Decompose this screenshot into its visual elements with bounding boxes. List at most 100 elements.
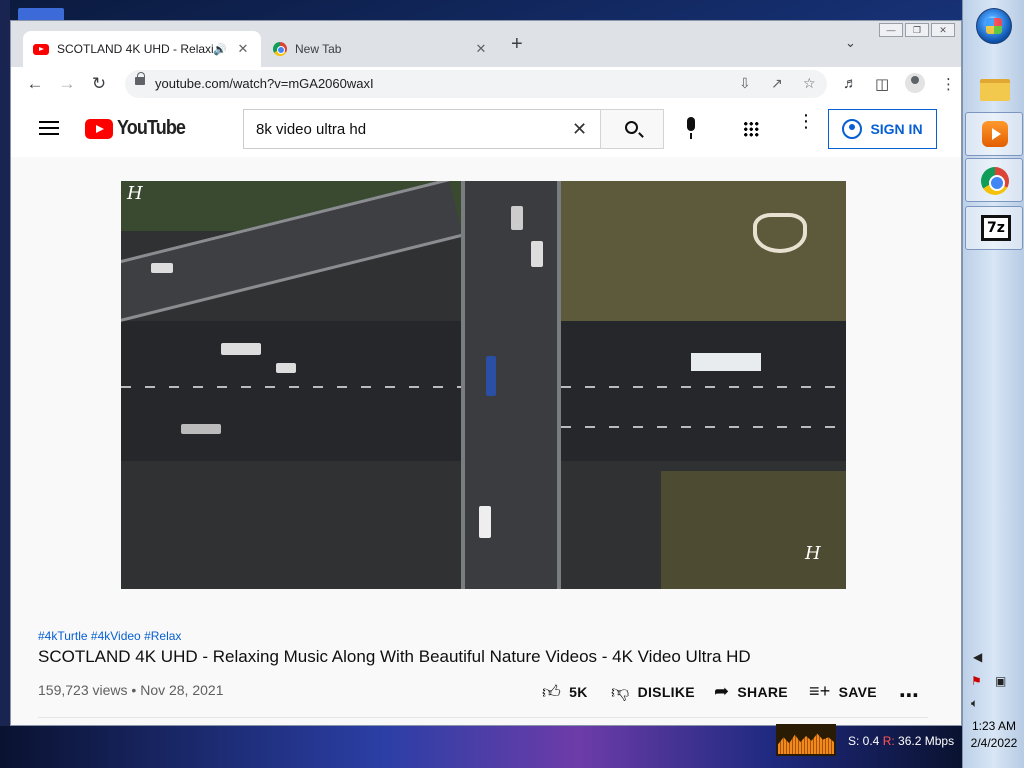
youtube-header: YouTube ✕ ⋮ SIGN IN [11, 101, 961, 157]
taskbar-chrome[interactable] [965, 158, 1023, 202]
watermark-logo: H [805, 543, 821, 564]
account-circle-icon [842, 119, 863, 139]
folder-icon [980, 79, 1010, 101]
minimize-icon[interactable]: — [879, 23, 903, 37]
video-scene-lane [121, 386, 461, 388]
youtube-logo[interactable]: YouTube [85, 117, 193, 140]
tab-title: New Tab [295, 42, 342, 56]
video-scene-lane [561, 386, 846, 388]
share-label: SHARE [737, 683, 788, 700]
media-control-icon[interactable]: ♬ [843, 75, 858, 92]
divider [38, 717, 928, 718]
address-bar[interactable]: youtube.com/watch?v=mGA2060waxI ⇩ ↗ ☆ [125, 70, 827, 98]
save-button[interactable]: ≡+ SAVE [809, 681, 877, 702]
network-graph [776, 724, 836, 756]
taskbar-explorer[interactable] [965, 66, 1023, 110]
clock-time: 1:23 AM [971, 719, 1017, 733]
watermark-logo: H [127, 183, 143, 204]
video-scene-car [276, 363, 296, 373]
browser-menu-icon[interactable]: ⋮ [941, 75, 956, 93]
youtube-play-logo-icon [85, 118, 113, 139]
clear-search-icon[interactable]: ✕ [572, 119, 587, 140]
search-icon [625, 121, 638, 134]
video-hashtags[interactable]: #4kTurtle #4kVideo #Relax [38, 629, 181, 643]
upload-date: Nov 28, 2021 [140, 682, 224, 698]
bookmark-star-icon[interactable]: ☆ [803, 75, 816, 92]
browser-toolbar: ← → ↻ youtube.com/watch?v=mGA2060waxI ⇩ … [11, 67, 961, 101]
forward-arrow-icon[interactable]: → [55, 72, 79, 96]
video-player[interactable]: H H [121, 181, 846, 589]
audio-playing-icon[interactable]: 🔊 [213, 43, 227, 56]
apps-grid-icon[interactable] [743, 121, 759, 137]
video-scene-car [531, 241, 543, 267]
share-button[interactable]: ➦ SHARE [714, 681, 788, 702]
taskbar-7zip[interactable]: 7z [965, 206, 1023, 250]
start-button-icon[interactable] [976, 8, 1012, 44]
video-scene-car [511, 206, 523, 230]
network-speed: S: 0.4 R: 36.2 Mbps [848, 734, 954, 748]
action-center-flag-icon[interactable]: ⚑ [971, 674, 982, 688]
sign-in-button[interactable]: SIGN IN [828, 109, 937, 149]
taskbar-media-player[interactable] [965, 112, 1023, 156]
youtube-favicon-icon [33, 43, 49, 55]
settings-more-icon[interactable]: ⋮ [797, 112, 815, 130]
received-label: R: [882, 734, 895, 748]
youtube-logo-text: YouTube [117, 117, 186, 139]
view-count: 159,723 views [38, 682, 128, 698]
search-input[interactable] [244, 110, 564, 148]
more-actions-icon[interactable]: ⋯ [899, 683, 919, 708]
restore-icon[interactable]: ❐ [905, 23, 929, 37]
window-controls: — ❐ ✕ [879, 23, 955, 37]
profile-avatar-icon[interactable] [905, 73, 925, 93]
close-window-icon[interactable]: ✕ [931, 23, 955, 37]
network-tray-icon[interactable]: ▣ [995, 674, 1006, 688]
video-scene-grass [551, 181, 846, 321]
search-box: ✕ [243, 109, 601, 149]
dislike-label: DISLIKE [637, 684, 695, 700]
tab-new-tab[interactable]: New Tab ✕ [263, 31, 499, 67]
video-scene-car [151, 263, 173, 273]
video-scene-car [486, 356, 496, 396]
received-speed: 36.2 Mbps [898, 734, 955, 748]
like-count: 5K [569, 684, 588, 700]
thumbs-up-icon: 👍︎ [542, 682, 562, 702]
video-scene-heart-flowerbed [753, 213, 807, 253]
video-scene-bridge [461, 181, 561, 589]
share-page-icon[interactable]: ↗ [771, 75, 783, 92]
hamburger-menu-icon[interactable] [39, 121, 59, 135]
video-scene-bus [691, 353, 761, 371]
system-clock[interactable]: 1:23 AM 2/4/2022 [965, 718, 1023, 752]
video-scene-grass [661, 471, 846, 589]
reload-icon[interactable]: ↻ [87, 72, 111, 96]
tray-expand-icon[interactable]: ◀ [973, 650, 982, 664]
new-tab-button[interactable]: + [511, 33, 523, 56]
voice-search-mic-icon[interactable] [685, 117, 697, 141]
video-scene-car [221, 343, 261, 355]
save-label: SAVE [838, 683, 877, 700]
back-arrow-icon[interactable]: ← [23, 72, 47, 96]
sent-speed: S: 0.4 [848, 734, 880, 748]
lock-icon[interactable] [135, 72, 145, 85]
video-title: SCOTLAND 4K UHD - Relaxing Music Along W… [38, 647, 751, 666]
close-tab-icon[interactable]: ✕ [235, 41, 251, 57]
tab-strip: SCOTLAND 4K UHD - Relaxing 🔊 ✕ New Tab ✕… [11, 21, 961, 67]
youtube-page: YouTube ✕ ⋮ SIGN IN [11, 101, 961, 725]
video-scene-lane [561, 426, 846, 428]
url-text[interactable]: youtube.com/watch?v=mGA2060waxI [155, 76, 374, 91]
volume-tray-icon[interactable]: 🔈︎ [971, 696, 978, 711]
tab-youtube[interactable]: SCOTLAND 4K UHD - Relaxing 🔊 ✕ [23, 31, 261, 67]
tab-search-chevron-icon[interactable]: ⌄ [845, 35, 856, 51]
install-app-icon[interactable]: ⇩ [739, 75, 751, 92]
browser-window: SCOTLAND 4K UHD - Relaxing 🔊 ✕ New Tab ✕… [10, 20, 962, 726]
seven-zip-icon: 7z [981, 215, 1011, 241]
media-player-icon [982, 121, 1008, 147]
like-button[interactable]: 👍︎ 5K [542, 681, 588, 703]
search-button[interactable] [600, 109, 664, 149]
side-panel-icon[interactable]: ◫ [875, 75, 889, 93]
share-arrow-icon: ➦ [714, 681, 730, 701]
meta-separator: • [131, 682, 141, 698]
close-tab-icon[interactable]: ✕ [473, 41, 489, 57]
thumbs-down-icon: 👎︎ [611, 682, 630, 702]
video-scene-car [479, 506, 491, 538]
dislike-button[interactable]: 👎︎ DISLIKE [611, 681, 695, 703]
